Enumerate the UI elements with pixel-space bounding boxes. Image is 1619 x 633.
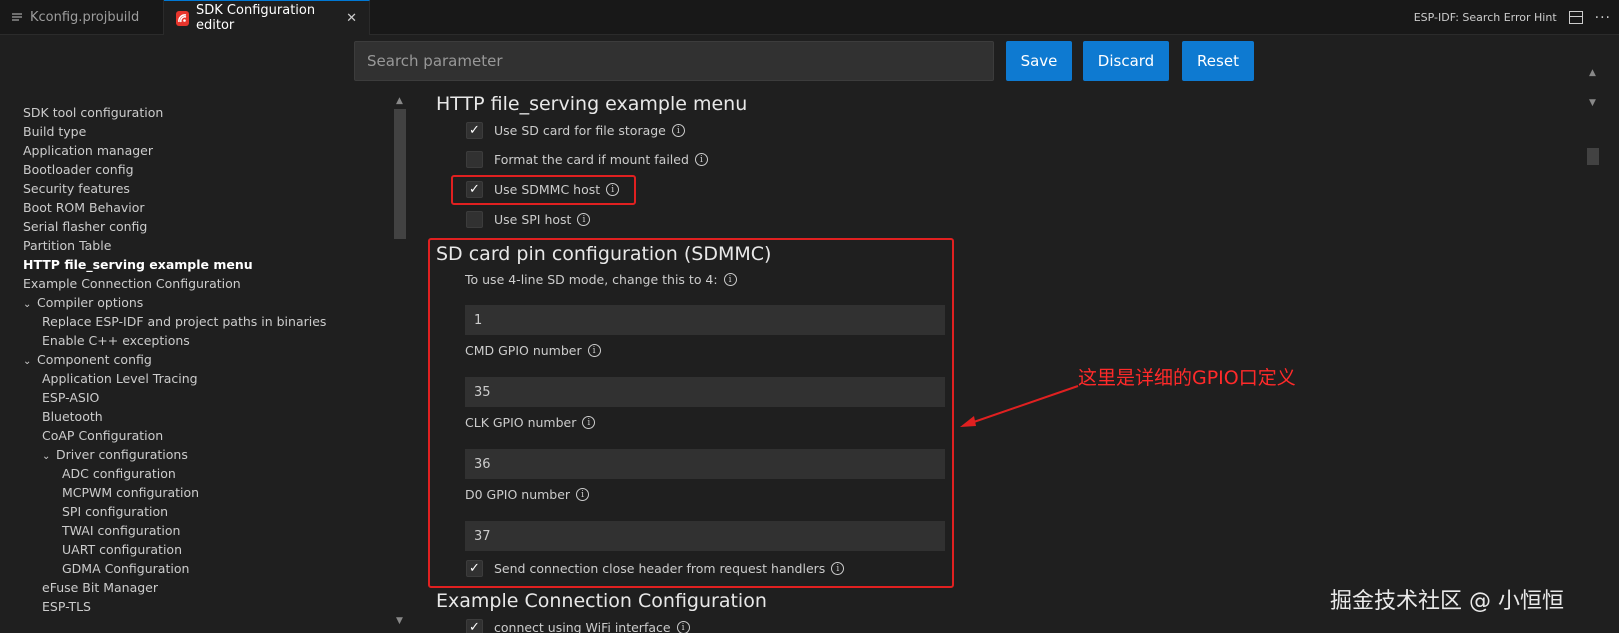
sidebar-group-driver[interactable]: ⌄ Driver configurations: [42, 445, 188, 464]
chevron-down-icon: ⌄: [23, 356, 32, 367]
option-label: Format the card if mount failed: [494, 152, 689, 167]
annotation-highlight-pins: [428, 238, 954, 588]
sidebar-item[interactable]: Bootloader config: [23, 160, 134, 179]
close-icon[interactable]: ✕: [346, 11, 357, 26]
sidebar-item[interactable]: Example Connection Configuration: [23, 274, 241, 293]
option-label: Use SD card for file storage: [494, 123, 666, 138]
sidebar-item[interactable]: UART configuration: [62, 540, 182, 559]
tab-kconfig[interactable]: Kconfig.projbuild: [0, 0, 164, 35]
sidebar-item[interactable]: GDMA Configuration: [62, 559, 189, 578]
sidebar-scroll-up-icon[interactable]: ▲: [396, 96, 403, 106]
sidebar-item-label: Compiler options: [37, 295, 144, 310]
option-sd-card-storage[interactable]: ✓ Use SD card for file storage i: [466, 122, 685, 139]
info-icon[interactable]: i: [671, 124, 685, 137]
sidebar-item[interactable]: ESP-ASIO: [42, 388, 99, 407]
tab-sdk-config[interactable]: SDK Configuration editor ✕: [164, 0, 370, 35]
main-scrollbar[interactable]: [1587, 148, 1599, 165]
sidebar-scrollbar[interactable]: [394, 109, 406, 239]
option-format-card[interactable]: Format the card if mount failed i: [466, 151, 708, 168]
sidebar-item[interactable]: Bluetooth: [42, 407, 103, 426]
sidebar-item-label: Component config: [37, 352, 152, 367]
section-title: Example Connection Configuration: [436, 590, 767, 612]
sidebar-scroll-down-icon[interactable]: ▼: [396, 616, 403, 626]
split-editor-icon[interactable]: [1568, 11, 1583, 24]
more-actions-icon[interactable]: ···: [1595, 10, 1611, 26]
sidebar-item-label: Driver configurations: [56, 447, 188, 462]
sidebar-item[interactable]: Application Level Tracing: [42, 369, 198, 388]
info-icon[interactable]: i: [577, 213, 591, 226]
toolbar-actions: ESP-IDF: Search Error Hint ···: [1414, 0, 1619, 35]
info-icon[interactable]: i: [676, 621, 690, 633]
check-icon: ✓: [469, 123, 480, 138]
section-title: HTTP file_serving example menu: [436, 93, 748, 115]
sidebar-item[interactable]: MCPWM configuration: [62, 483, 199, 502]
sidebar-group-component[interactable]: ⌄ Component config: [23, 350, 152, 369]
search-input[interactable]: [354, 41, 994, 81]
sidebar-item[interactable]: SPI configuration: [62, 502, 168, 521]
sidebar-item[interactable]: Application manager: [23, 141, 153, 160]
search-error-hint[interactable]: ESP-IDF: Search Error Hint: [1414, 11, 1557, 24]
sidebar-item[interactable]: TWAI configuration: [62, 521, 180, 540]
option-wifi[interactable]: ✓ connect using WiFi interface i: [466, 619, 690, 633]
option-spi-host[interactable]: Use SPI host i: [466, 211, 591, 228]
checkbox[interactable]: [466, 151, 483, 168]
espressif-logo-icon: [176, 10, 190, 26]
sidebar-item[interactable]: Security features: [23, 179, 130, 198]
sidebar-item[interactable]: Boot ROM Behavior: [23, 198, 145, 217]
tab-sdk-label: SDK Configuration editor: [196, 3, 316, 33]
checkbox[interactable]: [466, 211, 483, 228]
sidebar-item[interactable]: Partition Table: [23, 236, 111, 255]
check-icon: ✓: [469, 620, 480, 633]
sidebar-item[interactable]: Serial flasher config: [23, 217, 147, 236]
checkbox[interactable]: ✓: [466, 619, 483, 633]
sidebar-item-active[interactable]: HTTP file_serving example menu: [23, 255, 253, 274]
discard-button[interactable]: Discard: [1083, 41, 1169, 81]
sidebar-item[interactable]: SDK tool configuration: [23, 103, 163, 122]
main-scroll-down-icon[interactable]: ▼: [1589, 98, 1596, 108]
option-label: connect using WiFi interface: [494, 620, 671, 633]
sidebar-item[interactable]: Enable C++ exceptions: [42, 331, 190, 350]
reset-button[interactable]: Reset: [1182, 41, 1254, 81]
sidebar-item[interactable]: ADC configuration: [62, 464, 176, 483]
tab-kconfig-label: Kconfig.projbuild: [30, 10, 140, 25]
info-icon[interactable]: i: [694, 153, 708, 166]
chevron-down-icon: ⌄: [23, 299, 32, 310]
option-label: Use SPI host: [494, 212, 572, 227]
sidebar-nav: SDK tool configuration Build type Applic…: [0, 103, 390, 633]
annotation-arrow-icon: [960, 385, 1079, 427]
sidebar-item[interactable]: ESP-TLS: [42, 597, 91, 616]
file-lines-icon: [12, 12, 22, 21]
annotation-highlight-sdmmc: [451, 175, 636, 205]
watermark: 掘金技术社区 @ 小恒恒: [1330, 589, 1564, 614]
sidebar-item[interactable]: eFuse Bit Manager: [42, 578, 158, 597]
tab-bar: Kconfig.projbuild SDK Configuration edit…: [0, 0, 1619, 35]
chevron-down-icon: ⌄: [42, 451, 51, 462]
checkbox[interactable]: ✓: [466, 122, 483, 139]
sidebar-group-compiler[interactable]: ⌄ Compiler options: [23, 293, 143, 312]
annotation-note: 这里是详细的GPIO口定义: [1078, 367, 1296, 389]
save-button[interactable]: Save: [1006, 41, 1072, 81]
sidebar-item[interactable]: Build type: [23, 122, 86, 141]
sidebar-item[interactable]: CoAP Configuration: [42, 426, 163, 445]
sidebar-item[interactable]: Replace ESP-IDF and project paths in bin…: [42, 312, 326, 331]
main-scroll-up-icon[interactable]: ▲: [1589, 68, 1596, 78]
